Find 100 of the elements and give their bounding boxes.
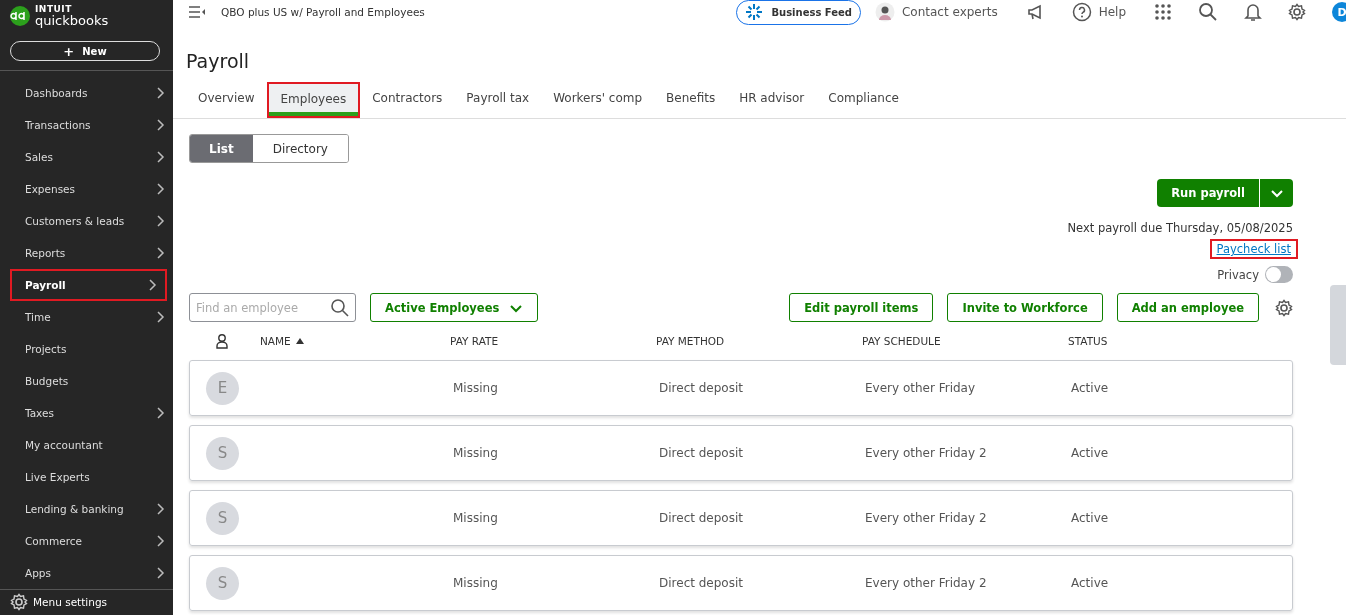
sidebar-item[interactable]: Apps [0,557,173,589]
view-toggle-button[interactable]: List [190,135,253,162]
column-header: PAY SCHEDULE [862,335,942,347]
tab[interactable]: Compliance [816,82,911,118]
tab[interactable]: Payroll tax [454,82,542,118]
sidebar-item[interactable]: Lending & banking [0,493,173,525]
contact-experts-button[interactable]: Contact experts [874,2,998,22]
chevron-right-icon [155,406,165,420]
privacy-toggle[interactable] [1265,266,1293,283]
tab[interactable]: HR advisor [727,82,817,118]
employee-row[interactable]: E Missing Direct deposit Every other Friday Active [189,360,1293,416]
table-cell-text: Every other Friday 2 [865,446,988,460]
table-cell-text: Every other Friday 2 [865,511,988,525]
search-field[interactable]: Find an employee [189,293,356,322]
employee-avatar: S [206,501,239,535]
sort-ascending-icon [295,338,304,344]
run-payroll-button[interactable]: Run payroll [1157,179,1259,207]
sidebar-item[interactable]: Expenses [0,173,173,205]
side-panel-handle[interactable] [1330,285,1346,365]
employee-row[interactable]: S Missing Direct deposit Every other Friday 2 Active [189,425,1293,481]
action-button[interactable]: Edit payroll items [789,293,934,322]
brand-name: quickbooks [35,14,109,28]
chevron-right-icon [155,534,165,548]
column-header[interactable]: NAME [260,335,450,347]
sidebar-item[interactable]: Customers & leads [0,205,173,237]
run-payroll-menu-button[interactable] [1259,179,1293,207]
table-cell-text: Direct deposit [659,576,744,590]
table-cell-text: Active [1071,381,1110,395]
table-cell-text: Direct deposit [659,446,744,460]
chevron-right-icon [155,502,165,516]
chevron-right-icon [155,86,165,100]
action-button[interactable]: Invite to Workforce [947,293,1103,322]
table-cell-text: Active [1071,576,1110,590]
settings-icon[interactable] [1275,298,1293,317]
chevron-right-icon [155,310,165,324]
chevron-right-icon [155,566,165,580]
employee-filter-dropdown[interactable]: Active Employees [370,293,539,322]
table-cell-text: Missing [453,511,499,525]
table-cell-text: Every other Friday [865,381,977,395]
apps-grid-icon[interactable] [1154,3,1172,21]
table-cell-text: Missing [453,576,499,590]
table-cell-text: Missing [453,446,499,460]
tab[interactable]: Employees [266,82,361,118]
column-header: PAY METHOD [656,335,726,347]
sidebar-item[interactable]: Dashboards [0,77,173,109]
chevron-down-icon [1269,187,1284,199]
action-button[interactable]: Add an employee [1116,293,1259,322]
menu-collapse-icon[interactable] [188,5,206,19]
table-cell-text: Every other Friday 2 [865,576,988,590]
sparkle-icon [745,3,764,21]
tab[interactable]: Overview [186,82,267,118]
sidebar-item[interactable]: Commerce [0,525,173,557]
sidebar-item[interactable]: Payroll [10,269,167,301]
sidebar-item[interactable]: Reports [0,237,173,269]
sidebar-item[interactable]: Projects [0,333,173,365]
column-header: PAY RATE [450,335,500,347]
column-header: STATUS [1068,335,1109,347]
table-cell-text: Active [1071,446,1110,460]
sidebar-item[interactable]: Time [0,301,173,333]
chevron-right-icon [155,246,165,260]
company-name: QBO plus US w/ Payroll and Employees [221,6,425,18]
sidebar-item[interactable]: Budgets [0,365,173,397]
chevron-right-icon [155,150,165,164]
chevron-right-icon [155,214,165,228]
search-icon[interactable] [1198,2,1218,22]
employee-row[interactable]: S Missing Direct deposit Every other Friday 2 Active [189,490,1293,546]
privacy-label: Privacy [1217,267,1259,282]
employee-avatar: E [206,371,239,405]
person-avatar-icon [874,2,895,22]
sidebar-item[interactable]: Taxes [0,397,173,429]
sidebar-item[interactable]: Live Experts [0,461,173,493]
chevron-right-icon [155,182,165,196]
bell-icon[interactable] [1244,2,1262,22]
table-cell-text: Direct deposit [659,511,744,525]
tab[interactable]: Contractors [360,82,455,118]
employee-avatar: S [206,566,239,600]
help-icon [1071,2,1092,22]
search-icon [330,298,350,318]
employee-row[interactable]: S Missing Direct deposit Every other Friday 2 Active [189,555,1293,611]
table-cell-text: Missing [453,381,499,395]
chevron-right-icon [155,118,165,132]
help-button[interactable]: Help [1071,2,1126,22]
paycheck-list-link[interactable]: Paycheck list [1209,239,1298,259]
table-cell-text: Active [1071,511,1110,525]
sidebar-item[interactable]: Transactions [0,109,173,141]
settings-icon[interactable] [1288,3,1306,21]
next-payroll-text: Next payroll due Thursday, 05/08/2025 [1067,221,1293,235]
sidebar-item[interactable]: My accountant [0,429,173,461]
table-cell-text: Direct deposit [659,381,744,395]
page-title: Payroll [186,49,251,74]
logo-icon [10,6,30,27]
employee-avatar: S [206,436,239,470]
tab[interactable]: Workers' comp [541,82,655,118]
tab[interactable]: Benefits [654,82,728,118]
brand-wordmark: INTUIT [35,5,73,15]
sidebar-item[interactable]: Sales [0,141,173,173]
user-avatar[interactable]: D [1332,2,1346,22]
menu-settings-link[interactable]: Menu settings [0,589,173,615]
chevron-right-icon [147,278,157,292]
business-feed-button[interactable]: Business Feed [736,0,861,25]
